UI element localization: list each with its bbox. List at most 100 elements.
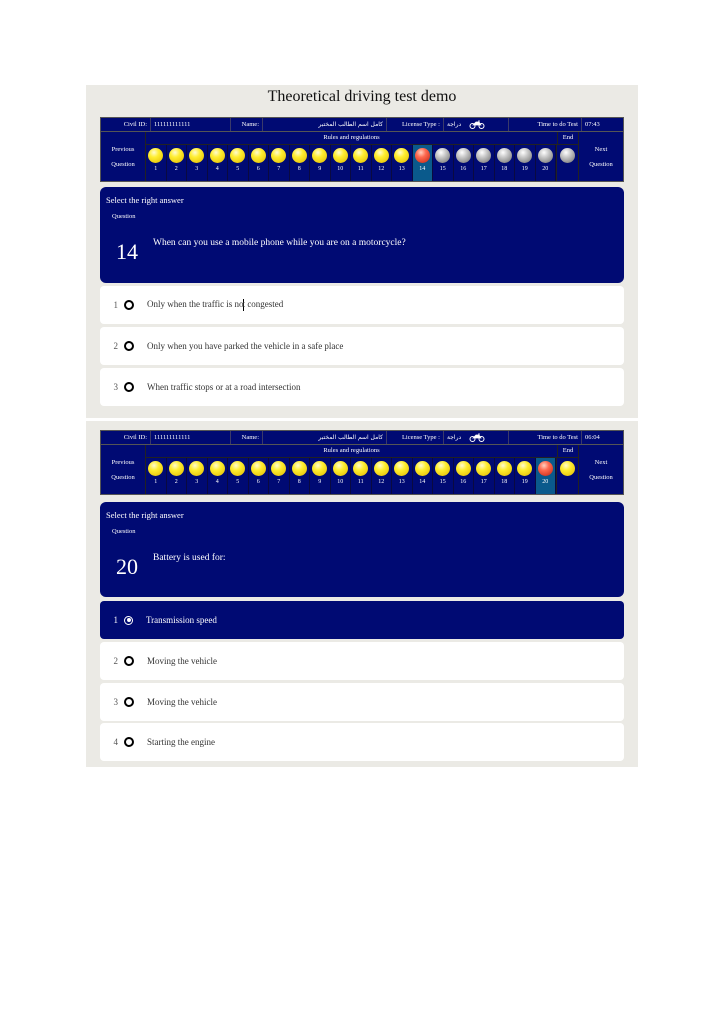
question-cell-13[interactable]: 13 [392, 458, 413, 494]
question-cell-18[interactable]: 18 [495, 458, 515, 494]
status-ball-answered-icon [168, 148, 184, 163]
answer-option-1[interactable]: 1 Transmission speed [100, 601, 624, 639]
question-cell-number: 9 [318, 479, 322, 485]
radio-unselected-icon[interactable] [124, 697, 134, 707]
question-cell-11[interactable]: 11 [351, 458, 372, 494]
radio-unselected-icon[interactable] [124, 382, 134, 392]
instruction-text: Select the right answer [106, 510, 184, 520]
license-type-label: License Type : [387, 431, 444, 444]
question-cell-number: 4 [215, 479, 219, 485]
answer-option-1[interactable]: 1 Only when the traffic is not congested [100, 286, 624, 324]
status-ball-answered-icon [353, 461, 369, 476]
question-panel: Select the right answer Question 20 Batt… [100, 502, 624, 597]
previous-question-button[interactable]: Previous Question [101, 132, 146, 181]
status-ball-current-icon [537, 461, 553, 476]
radio-unselected-icon[interactable] [124, 341, 134, 351]
question-cell-16[interactable]: 16 [454, 145, 474, 181]
question-cell-1[interactable]: 1 [146, 145, 167, 181]
status-ball-answered-icon [394, 148, 410, 163]
question-cell-number: 19 [521, 166, 528, 172]
question-cell-number: 18 [501, 479, 508, 485]
question-cell-number: 15 [439, 479, 446, 485]
question-cell-6[interactable]: 6 [249, 458, 269, 494]
question-cell-12[interactable]: 12 [372, 145, 392, 181]
question-cell-number: 16 [460, 479, 467, 485]
previous-label-line2: Question [111, 473, 135, 481]
question-cell-2[interactable]: 2 [167, 458, 187, 494]
question-cell-10[interactable]: 10 [331, 145, 351, 181]
question-cell-5[interactable]: 5 [228, 458, 249, 494]
question-cell-4[interactable]: 4 [208, 458, 228, 494]
time-remaining: 07:43 [585, 121, 600, 128]
question-cell-number: 13 [398, 166, 405, 172]
question-cell-15[interactable]: 15 [433, 458, 454, 494]
question-cell-4[interactable]: 4 [208, 145, 228, 181]
question-cell-number: 9 [318, 166, 322, 172]
question-cell-19[interactable]: 19 [515, 458, 536, 494]
question-cell-5[interactable]: 5 [228, 145, 249, 181]
question-cell-2[interactable]: 2 [167, 145, 187, 181]
answer-number: 2 [113, 341, 119, 351]
question-cell-17[interactable]: 17 [474, 458, 495, 494]
question-cell-9[interactable]: 9 [310, 145, 331, 181]
end-test-button[interactable] [556, 458, 578, 494]
question-cell-20[interactable]: 20 [535, 458, 556, 494]
name-label: Name: [231, 118, 263, 131]
status-ball-answered-icon [230, 461, 246, 476]
question-text: When can you use a mobile phone while yo… [153, 238, 406, 248]
question-cell-1[interactable]: 1 [146, 458, 167, 494]
question-cell-3[interactable]: 3 [187, 145, 208, 181]
question-cell-14[interactable]: 14 [412, 145, 433, 181]
question-cell-18[interactable]: 18 [495, 145, 515, 181]
question-cell-8[interactable]: 8 [290, 145, 310, 181]
question-cell-8[interactable]: 8 [290, 458, 310, 494]
question-cell-13[interactable]: 13 [392, 145, 413, 181]
question-cell-number: 17 [480, 479, 487, 485]
radio-selected-icon[interactable] [124, 615, 133, 625]
status-ball-unanswered-icon [476, 148, 492, 163]
question-cell-number: 17 [480, 166, 487, 172]
question-cell-6[interactable]: 6 [249, 145, 269, 181]
question-cell-14[interactable]: 14 [413, 458, 433, 494]
question-number: 14 [116, 239, 138, 264]
question-cell-19[interactable]: 19 [515, 145, 536, 181]
end-test-button[interactable] [556, 145, 578, 181]
next-question-button[interactable]: Next Question [578, 445, 623, 494]
status-ball-answered-icon [476, 461, 492, 476]
question-cell-17[interactable]: 17 [474, 145, 495, 181]
answer-option-2[interactable]: 2 Only when you have parked the vehicle … [100, 327, 624, 365]
next-label-line2: Question [589, 473, 613, 481]
status-ball-answered-icon [496, 461, 512, 476]
license-type-text: دراجة [447, 121, 462, 128]
question-cell-7[interactable]: 7 [269, 145, 290, 181]
radio-unselected-icon[interactable] [124, 656, 134, 666]
question-cell-10[interactable]: 10 [331, 458, 351, 494]
question-cell-7[interactable]: 7 [269, 458, 290, 494]
answer-option-3[interactable]: 3 Moving the vehicle [100, 683, 624, 721]
answer-option-4[interactable]: 4 Starting the engine [100, 723, 624, 761]
radio-unselected-icon[interactable] [124, 300, 134, 310]
answer-number: 2 [113, 656, 119, 666]
question-cell-11[interactable]: 11 [351, 145, 372, 181]
next-question-button[interactable]: Next Question [578, 132, 623, 181]
question-cell-20[interactable]: 20 [536, 145, 556, 181]
section-title: Rules and regulations [323, 447, 380, 454]
radio-unselected-icon[interactable] [124, 737, 134, 747]
previous-question-button[interactable]: Previous Question [101, 445, 146, 494]
status-ball-answered-icon [209, 461, 225, 476]
question-cell-16[interactable]: 16 [454, 458, 474, 494]
answer-text: When traffic stops or at a road intersec… [147, 382, 301, 392]
question-cell-12[interactable]: 12 [372, 458, 392, 494]
answer-option-2[interactable]: 2 Moving the vehicle [100, 642, 624, 680]
answer-option-3[interactable]: 3 When traffic stops or at a road inters… [100, 368, 624, 406]
question-cell-3[interactable]: 3 [187, 458, 208, 494]
status-ball-answered-icon [373, 148, 389, 163]
status-ball-answered-icon [560, 461, 575, 476]
answer-text: Moving the vehicle [147, 656, 217, 666]
status-ball-answered-icon [414, 461, 430, 476]
end-label: End [557, 445, 578, 457]
status-ball-answered-icon [291, 148, 307, 163]
status-ball-unanswered-icon [435, 148, 451, 163]
question-cell-15[interactable]: 15 [433, 145, 454, 181]
question-cell-9[interactable]: 9 [310, 458, 331, 494]
